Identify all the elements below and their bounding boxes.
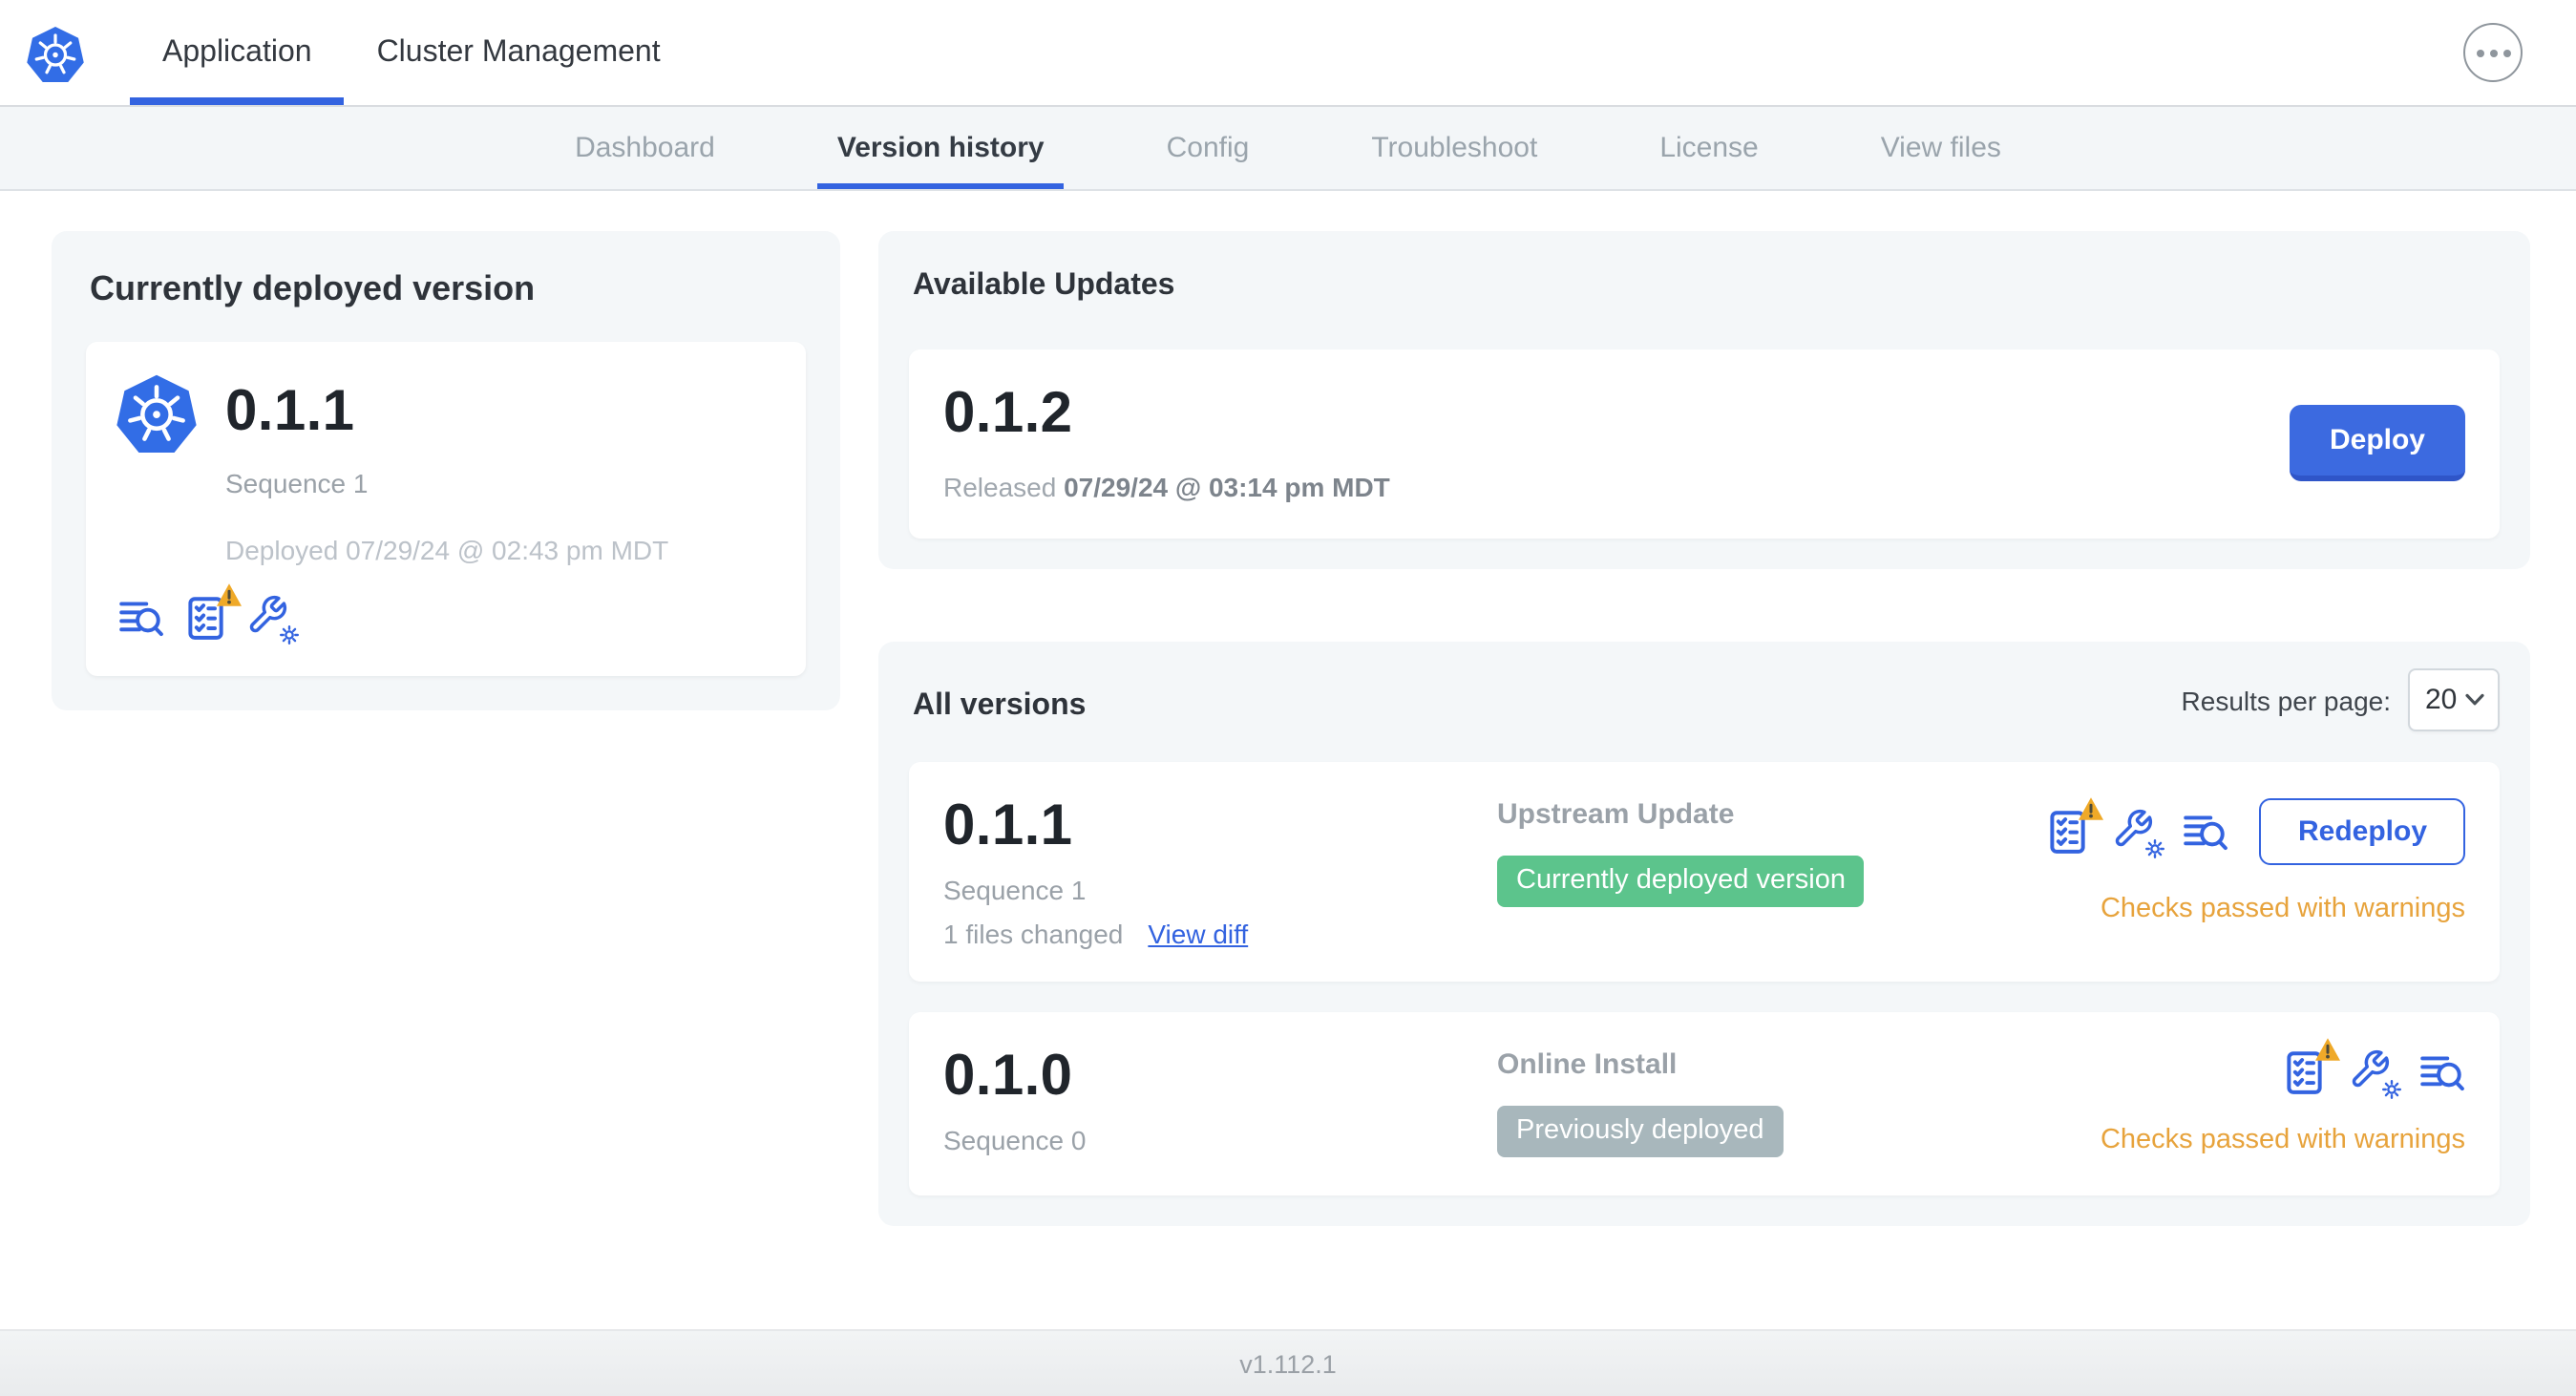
preflight-checklist-warning-icon[interactable] bbox=[181, 583, 242, 642]
row-sequence: Sequence 1 bbox=[943, 875, 1087, 905]
deploy-button[interactable]: Deploy bbox=[2289, 404, 2465, 480]
warning-triangle-icon bbox=[217, 583, 242, 606]
diff-log-icon[interactable] bbox=[116, 594, 164, 642]
update-released-timestamp: Released 07/29/24 @ 03:14 pm MDT bbox=[943, 472, 1390, 502]
warning-triangle-icon bbox=[2315, 1038, 2340, 1061]
tab-version-history[interactable]: Version history bbox=[776, 107, 1106, 189]
tab-application[interactable]: Application bbox=[130, 0, 346, 105]
row-source: Upstream Update bbox=[1497, 798, 1735, 831]
tab-dashboard[interactable]: Dashboard bbox=[514, 107, 776, 189]
row-sequence: Sequence 0 bbox=[943, 1125, 1087, 1155]
config-wrench-icon[interactable] bbox=[246, 594, 299, 645]
files-changed: 1 files changed bbox=[943, 919, 1124, 949]
view-diff-link[interactable]: View diff bbox=[1148, 919, 1248, 949]
tab-config[interactable]: Config bbox=[1106, 107, 1311, 189]
row-version-number: 0.1.1 bbox=[943, 794, 1073, 857]
version-row-0-1-1: 0.1.1 Sequence 1 1 files changed View di… bbox=[909, 762, 2500, 982]
gear-icon bbox=[2145, 839, 2165, 858]
preflight-status: Checks passed with warnings bbox=[2100, 1125, 2465, 1155]
update-row: 0.1.2 Released 07/29/24 @ 03:14 pm MDT D… bbox=[909, 349, 2500, 539]
row-source: Online Install bbox=[1497, 1048, 1678, 1081]
version-row-0-1-0: 0.1.0 Sequence 0 Online Install Previous… bbox=[909, 1012, 2500, 1195]
current-sequence: Sequence 1 bbox=[225, 468, 369, 498]
app-section-tabs: Dashboard Version history Config Trouble… bbox=[0, 107, 2576, 191]
tab-cluster-management[interactable]: Cluster Management bbox=[345, 0, 693, 105]
warning-triangle-icon bbox=[2079, 797, 2104, 820]
tab-troubleshoot[interactable]: Troubleshoot bbox=[1310, 107, 1598, 189]
overflow-menu-button[interactable] bbox=[2463, 23, 2523, 82]
available-updates-title: Available Updates bbox=[913, 269, 1175, 302]
tab-view-files[interactable]: View files bbox=[1820, 107, 2062, 189]
preflight-checklist-warning-icon[interactable] bbox=[2280, 1038, 2340, 1096]
app-logo bbox=[27, 0, 84, 105]
currently-deployed-card: Currently deployed version 0.1.1 Sequenc… bbox=[52, 231, 840, 710]
row-version-number: 0.1.0 bbox=[943, 1045, 1073, 1108]
version-history-page: Currently deployed version 0.1.1 Sequenc… bbox=[0, 191, 2576, 1329]
all-versions-card: All versions Results per page: 20 0.1.1 bbox=[878, 642, 2530, 1226]
gear-icon bbox=[2382, 1080, 2401, 1099]
top-navigation-bar: Application Cluster Management bbox=[0, 0, 2576, 107]
previously-deployed-badge: Previously deployed bbox=[1497, 1106, 1784, 1157]
console-version: v1.112.1 bbox=[1239, 1349, 1337, 1378]
results-per-page-select[interactable]: 20 bbox=[2408, 668, 2500, 731]
kubernetes-logo bbox=[116, 374, 197, 453]
kubernetes-logo bbox=[27, 26, 84, 81]
current-version-number: 0.1.1 bbox=[225, 380, 355, 443]
update-version-number: 0.1.2 bbox=[943, 382, 1073, 445]
topbar-tabs: Application Cluster Management bbox=[130, 0, 693, 105]
preflight-status: Checks passed with warnings bbox=[2100, 894, 2465, 924]
config-wrench-icon[interactable] bbox=[2349, 1048, 2401, 1099]
diff-log-icon[interactable] bbox=[2182, 808, 2229, 856]
ellipsis-icon bbox=[2476, 49, 2483, 56]
tab-application-label: Application bbox=[162, 35, 312, 68]
results-per-page-label: Results per page: bbox=[2181, 685, 2391, 715]
app-window: Application Cluster Management Dashboard… bbox=[0, 0, 2576, 1396]
available-updates-card: Available Updates 0.1.2 Released 07/29/2… bbox=[878, 231, 2530, 569]
app-footer: v1.112.1 bbox=[0, 1329, 2576, 1396]
redeploy-button[interactable]: Redeploy bbox=[2259, 798, 2465, 865]
tab-license[interactable]: License bbox=[1598, 107, 1819, 189]
gear-icon bbox=[280, 625, 299, 645]
all-versions-title: All versions bbox=[913, 688, 1087, 721]
tab-cluster-management-label: Cluster Management bbox=[376, 35, 661, 68]
chevron-down-icon bbox=[2465, 693, 2484, 706]
current-version-detail: 0.1.1 Sequence 1 Deployed 07/29/24 @ 02:… bbox=[86, 342, 806, 676]
current-deployed-timestamp: Deployed 07/29/24 @ 02:43 pm MDT bbox=[225, 535, 669, 565]
diff-log-icon[interactable] bbox=[2418, 1048, 2465, 1096]
config-wrench-icon[interactable] bbox=[2113, 808, 2165, 858]
preflight-checklist-warning-icon[interactable] bbox=[2044, 797, 2104, 856]
currently-deployed-title: Currently deployed version bbox=[90, 269, 536, 307]
currently-deployed-badge: Currently deployed version bbox=[1497, 856, 1865, 907]
